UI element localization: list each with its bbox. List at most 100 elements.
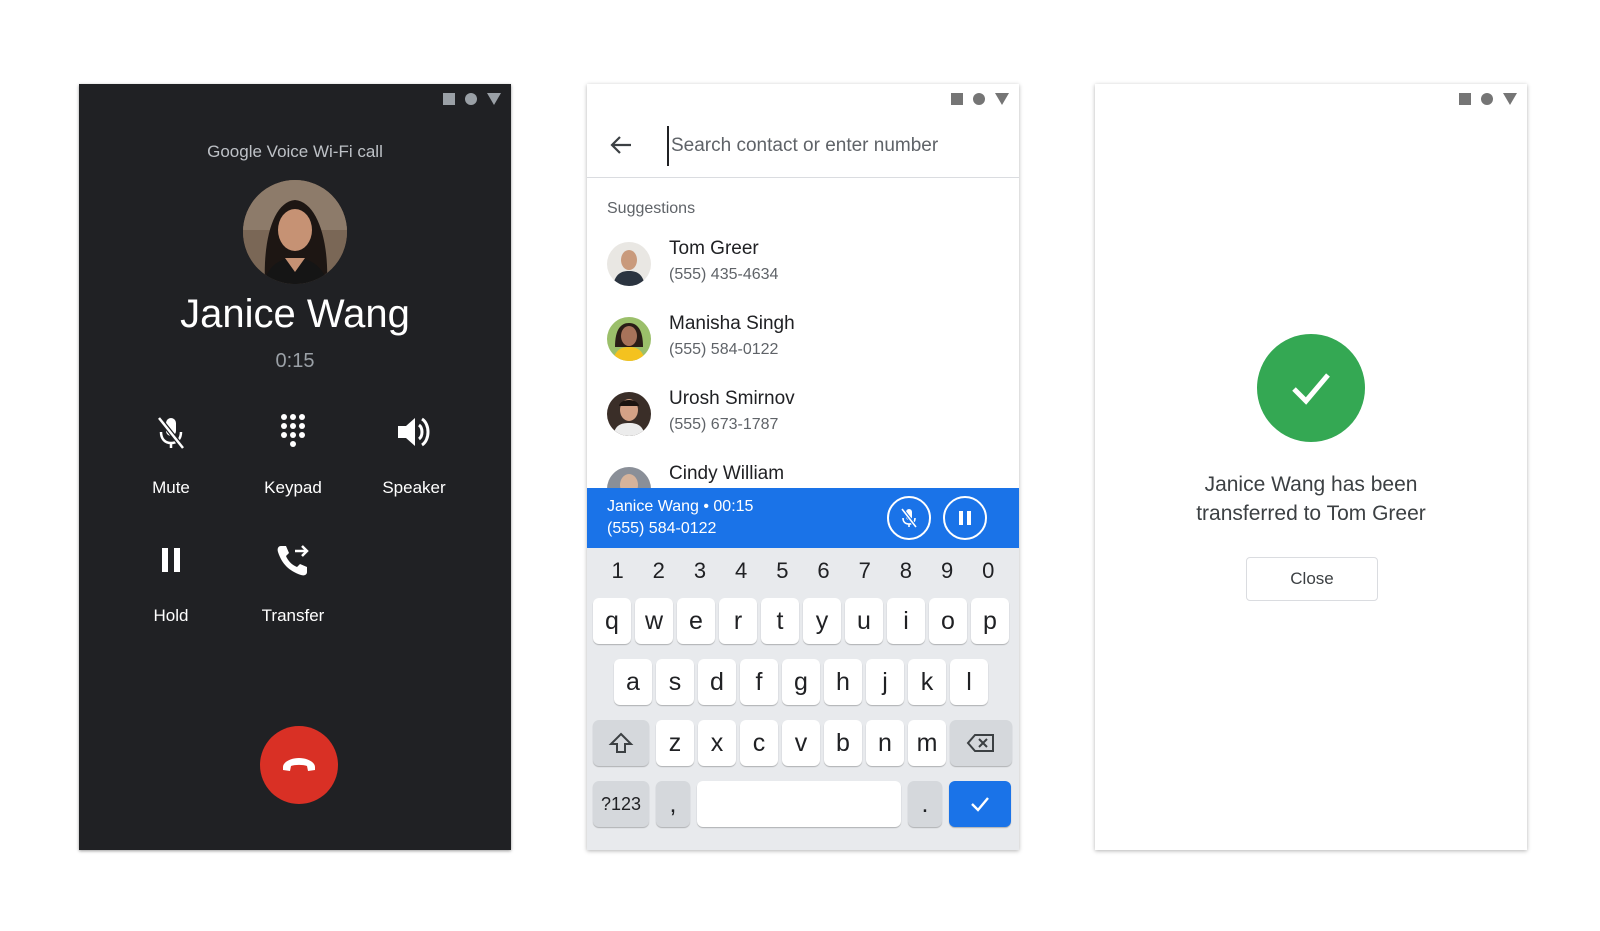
contact-avatar <box>607 242 651 286</box>
enter-key[interactable] <box>949 781 1011 827</box>
key-y[interactable]: y <box>803 598 841 644</box>
message-line-1: Janice Wang has been <box>1204 473 1418 496</box>
home-icon <box>465 93 477 105</box>
contact-name: Urosh Smirnov <box>669 388 795 409</box>
key-m[interactable]: m <box>908 720 946 766</box>
hold-button[interactable]: Hold <box>116 540 226 640</box>
search-input[interactable] <box>667 126 997 166</box>
key-1[interactable]: 1 <box>598 558 638 584</box>
close-button[interactable]: Close <box>1246 557 1378 601</box>
key-3[interactable]: 3 <box>680 558 720 584</box>
contact-avatar <box>607 467 651 489</box>
backspace-icon <box>966 734 994 752</box>
key-x[interactable]: x <box>698 720 736 766</box>
key-f[interactable]: f <box>740 659 778 705</box>
call-type-label: Google Voice Wi-Fi call <box>207 142 383 161</box>
key-g[interactable]: g <box>782 659 820 705</box>
check-icon <box>971 797 989 812</box>
back-triangle-icon <box>995 93 1009 105</box>
mute-button[interactable]: Mute <box>116 412 226 512</box>
dialpad-icon <box>281 414 305 447</box>
contact-phone: (555) 584-0122 <box>669 341 779 358</box>
pause-icon <box>162 548 180 572</box>
key-c[interactable]: c <box>740 720 778 766</box>
key-5[interactable]: 5 <box>762 558 802 584</box>
status-bar <box>951 92 1009 106</box>
transfer-complete-screen: Janice Wang has been transferred to Tom … <box>1095 84 1527 850</box>
shift-key[interactable] <box>593 720 649 766</box>
caller-name: Janice Wang <box>180 292 410 336</box>
status-bar <box>443 92 501 106</box>
comma-key[interactable]: , <box>656 781 690 827</box>
key-p[interactable]: p <box>971 598 1009 644</box>
key-h[interactable]: h <box>824 659 862 705</box>
key-o[interactable]: o <box>929 598 967 644</box>
contact-item[interactable]: Urosh Smirnov (555) 673-1787 <box>587 384 1019 454</box>
transfer-message: Janice Wang has been transferred to Tom … <box>1095 470 1527 528</box>
contact-item[interactable]: Manisha Singh (555) 584-0122 <box>587 309 1019 379</box>
stop-icon <box>951 93 963 105</box>
key-9[interactable]: 9 <box>927 558 967 584</box>
home-icon <box>1481 93 1493 105</box>
keypad-label: Keypad <box>264 478 322 497</box>
key-v[interactable]: v <box>782 720 820 766</box>
key-z[interactable]: z <box>656 720 694 766</box>
speaker-button[interactable]: Speaker <box>359 412 469 512</box>
key-4[interactable]: 4 <box>721 558 761 584</box>
key-w[interactable]: w <box>635 598 673 644</box>
contact-item[interactable]: Tom Greer (555) 435-4634 <box>587 234 1019 304</box>
key-8[interactable]: 8 <box>886 558 926 584</box>
ongoing-call-bar[interactable]: Janice Wang • 00:15 (555) 584-0122 <box>587 488 1019 548</box>
contact-item[interactable]: Cindy William <box>587 459 1019 489</box>
end-call-button[interactable] <box>260 726 338 804</box>
contact-avatar <box>607 317 651 361</box>
mic-off-icon <box>157 416 185 450</box>
key-d[interactable]: d <box>698 659 736 705</box>
backspace-key[interactable] <box>950 720 1012 766</box>
key-2[interactable]: 2 <box>639 558 679 584</box>
back-triangle-icon <box>1503 93 1517 105</box>
back-arrow-icon[interactable] <box>609 132 635 158</box>
key-6[interactable]: 6 <box>804 558 844 584</box>
mic-off-icon <box>900 507 918 529</box>
space-key[interactable] <box>697 781 901 827</box>
shift-icon <box>608 732 634 753</box>
status-bar <box>1459 92 1517 106</box>
key-n[interactable]: n <box>866 720 904 766</box>
keyboard: 1 2 3 4 5 6 7 8 9 0 q w e r t y u i o p … <box>587 548 1019 850</box>
message-line-2: transferred to Tom Greer <box>1196 502 1426 525</box>
hold-label: Hold <box>153 606 189 625</box>
phone-forward-icon <box>277 545 309 576</box>
call-end-icon <box>283 758 315 771</box>
key-e[interactable]: e <box>677 598 715 644</box>
key-0[interactable]: 0 <box>968 558 1008 584</box>
call-timer: 0:15 <box>275 350 315 372</box>
stop-icon <box>443 93 455 105</box>
key-l[interactable]: l <box>950 659 988 705</box>
key-r[interactable]: r <box>719 598 757 644</box>
key-q[interactable]: q <box>593 598 631 644</box>
key-j[interactable]: j <box>866 659 904 705</box>
key-k[interactable]: k <box>908 659 946 705</box>
key-i[interactable]: i <box>887 598 925 644</box>
ongoing-call-phone: (555) 584-0122 <box>607 520 717 537</box>
hold-button[interactable] <box>943 496 987 540</box>
transfer-button[interactable]: Transfer <box>238 540 348 640</box>
key-u[interactable]: u <box>845 598 883 644</box>
transfer-label: Transfer <box>261 606 325 625</box>
key-b[interactable]: b <box>824 720 862 766</box>
search-bar <box>587 114 1019 178</box>
call-screen: Google Voice Wi-Fi call Janice Wang 0:15… <box>79 84 511 850</box>
mute-label: Mute <box>152 478 190 497</box>
key-t[interactable]: t <box>761 598 799 644</box>
keypad-button[interactable]: Keypad <box>238 412 348 512</box>
contact-phone: (555) 673-1787 <box>669 416 779 433</box>
key-s[interactable]: s <box>656 659 694 705</box>
key-a[interactable]: a <box>614 659 652 705</box>
mute-button[interactable] <box>887 496 931 540</box>
key-7[interactable]: 7 <box>845 558 885 584</box>
symbols-key[interactable]: ?123 <box>593 781 649 827</box>
contact-name: Cindy William <box>669 463 785 484</box>
number-row: 1 2 3 4 5 6 7 8 9 0 <box>587 558 1019 584</box>
period-key[interactable]: . <box>908 781 942 827</box>
